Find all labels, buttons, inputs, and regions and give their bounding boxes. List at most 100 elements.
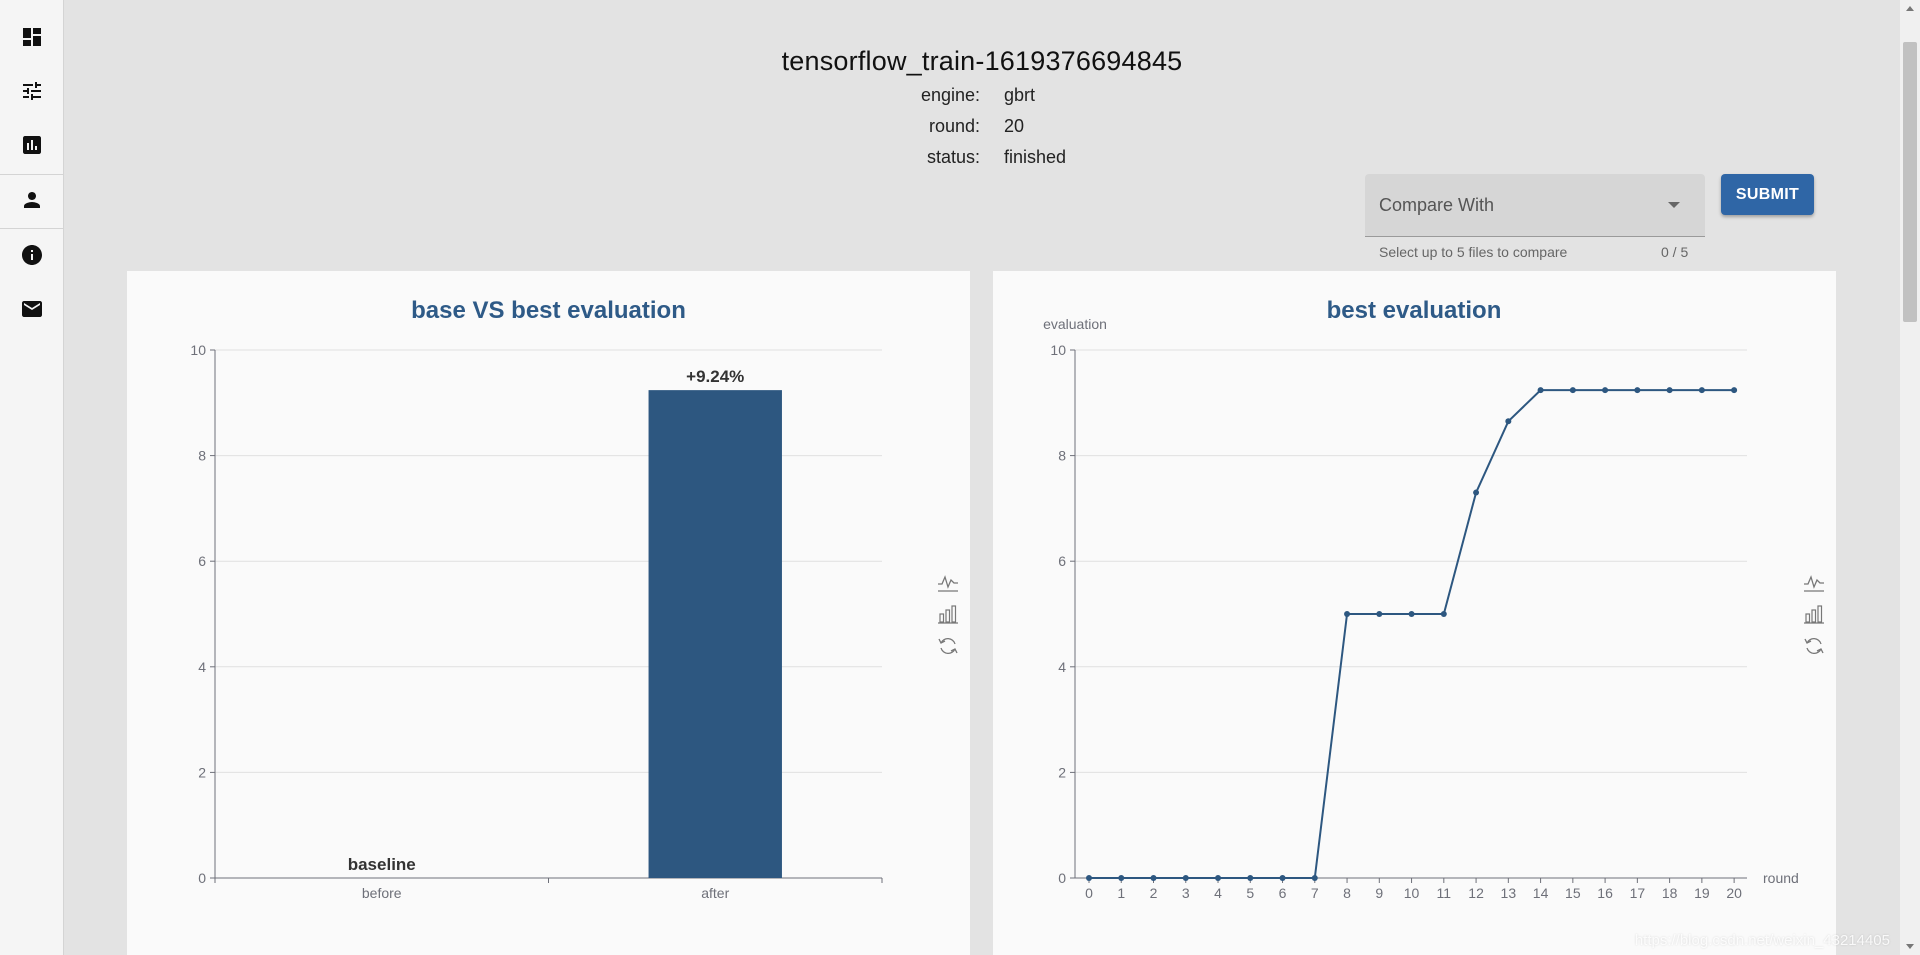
info-icon (22, 245, 42, 265)
data-point (1602, 387, 1609, 394)
y-tick-label: 0 (1058, 870, 1066, 886)
data-point (1408, 611, 1415, 617)
compare-with-label: Compare With (1379, 195, 1495, 215)
x-tick-label: 2 (1150, 885, 1158, 901)
y-tick-label: 2 (1058, 764, 1066, 780)
data-point (1150, 875, 1157, 881)
data-point (1182, 875, 1189, 881)
data-point (1666, 387, 1673, 394)
data-point (1731, 387, 1738, 394)
compare-with-select[interactable]: Compare With (1365, 174, 1705, 237)
x-tick-label: 6 (1279, 885, 1287, 901)
meta-key: engine: (920, 85, 980, 105)
bar-data-label: +9.24% (686, 367, 744, 386)
y-tick-label: 6 (198, 553, 206, 569)
y-tick-label: 4 (1058, 659, 1066, 675)
x-tick-label: 5 (1246, 885, 1254, 901)
bar-chart-icon[interactable] (937, 603, 959, 625)
x-tick-label: before (362, 885, 402, 901)
data-point (1279, 875, 1286, 881)
x-tick-label: 16 (1597, 885, 1613, 901)
x-tick-label: 10 (1404, 885, 1420, 901)
data-point (1634, 387, 1641, 394)
y-tick-label: 4 (198, 659, 206, 675)
chevron-down-icon (1668, 202, 1680, 208)
x-tick-label: 12 (1468, 885, 1484, 901)
x-axis-label: round (1763, 870, 1799, 886)
x-tick-label: 20 (1726, 885, 1742, 901)
compare-count: 0 / 5 (1661, 244, 1689, 260)
x-tick-label: 14 (1533, 885, 1549, 901)
y-tick-label: 10 (190, 342, 206, 358)
app-window: tensorflow_train-1619376694845 engine: g… (0, 0, 1920, 955)
chart-title: base VS best evaluation (411, 297, 686, 324)
y-tick-label: 8 (1058, 448, 1066, 464)
data-point (1505, 418, 1512, 425)
submit-button[interactable]: SUBMIT (1721, 174, 1814, 215)
sidebar-item-info[interactable] (0, 228, 64, 282)
meta-key: round: (928, 116, 980, 136)
sidebar-item-dashboard[interactable] (0, 10, 64, 64)
x-tick-label: 19 (1694, 885, 1710, 901)
sidebar-item-tune[interactable] (0, 64, 64, 118)
mail-icon (22, 301, 42, 317)
bar-chart-icon[interactable] (1803, 603, 1825, 625)
data-point (1698, 387, 1705, 394)
data-point (1215, 875, 1222, 881)
sidebar-item-mail[interactable] (0, 282, 64, 336)
bar-data-label: baseline (348, 855, 416, 874)
page-scrollbar[interactable] (1900, 0, 1920, 955)
data-point (1376, 611, 1383, 617)
scroll-up-icon[interactable] (1906, 6, 1914, 11)
meta-value: 20 (1004, 116, 1025, 136)
data-point (1473, 489, 1480, 496)
restore-icon[interactable] (937, 635, 959, 657)
sidebar (0, 0, 64, 955)
x-tick-label: 3 (1182, 885, 1190, 901)
data-point (1440, 611, 1447, 617)
data-point (1311, 875, 1318, 881)
data-point (1344, 611, 1351, 617)
bar (648, 390, 782, 878)
line-chart-icon[interactable] (1803, 571, 1825, 593)
assessment-icon (23, 136, 41, 154)
person-icon (24, 192, 40, 208)
meta-key: status: (926, 147, 980, 167)
y-tick-label: 10 (1050, 342, 1066, 358)
x-tick-label: after (701, 885, 729, 901)
y-axis-label: evaluation (1043, 316, 1107, 332)
data-point (1247, 875, 1254, 881)
y-tick-label: 6 (1058, 553, 1066, 569)
restore-icon[interactable] (1803, 635, 1825, 657)
y-tick-label: 8 (198, 448, 206, 464)
x-tick-label: 7 (1311, 885, 1319, 901)
x-tick-label: 0 (1085, 885, 1093, 901)
x-tick-label: 13 (1501, 885, 1517, 901)
sidebar-item-user[interactable] (0, 173, 64, 227)
scroll-down-icon[interactable] (1906, 944, 1914, 949)
chart-title: best evaluation (1327, 297, 1502, 324)
data-point (1537, 387, 1544, 394)
x-tick-label: 1 (1117, 885, 1125, 901)
x-tick-label: 4 (1214, 885, 1222, 901)
line-chart-card: best evaluation evaluation round 0 2 4 6 8 10 0 1 2… (993, 271, 1836, 955)
y-tick-label: 2 (198, 764, 206, 780)
x-tick-label: 9 (1375, 885, 1383, 901)
line-chart-icon[interactable] (937, 571, 959, 593)
y-tick-label: 0 (198, 870, 206, 886)
data-point (1118, 875, 1125, 881)
x-tick-label: 15 (1565, 885, 1581, 901)
sidebar-item-assessment[interactable] (0, 118, 64, 172)
dashboard-icon (23, 28, 41, 46)
tune-icon (23, 82, 41, 100)
x-tick-label: 11 (1437, 885, 1452, 901)
bar-chart: base VS best evaluation 0 2 4 6 8 10 baseline be… (190, 297, 883, 901)
data-point (1569, 387, 1576, 394)
data-point (1086, 875, 1092, 881)
x-tick-label: 17 (1630, 885, 1646, 901)
x-tick-label: 8 (1343, 885, 1351, 901)
compare-hint: Select up to 5 files to compare (1379, 244, 1568, 260)
watermark: https://blog.csdn.net/weixin_43214405 (1634, 932, 1890, 949)
scrollbar-thumb[interactable] (1903, 42, 1917, 322)
meta-value: finished (1004, 147, 1067, 167)
